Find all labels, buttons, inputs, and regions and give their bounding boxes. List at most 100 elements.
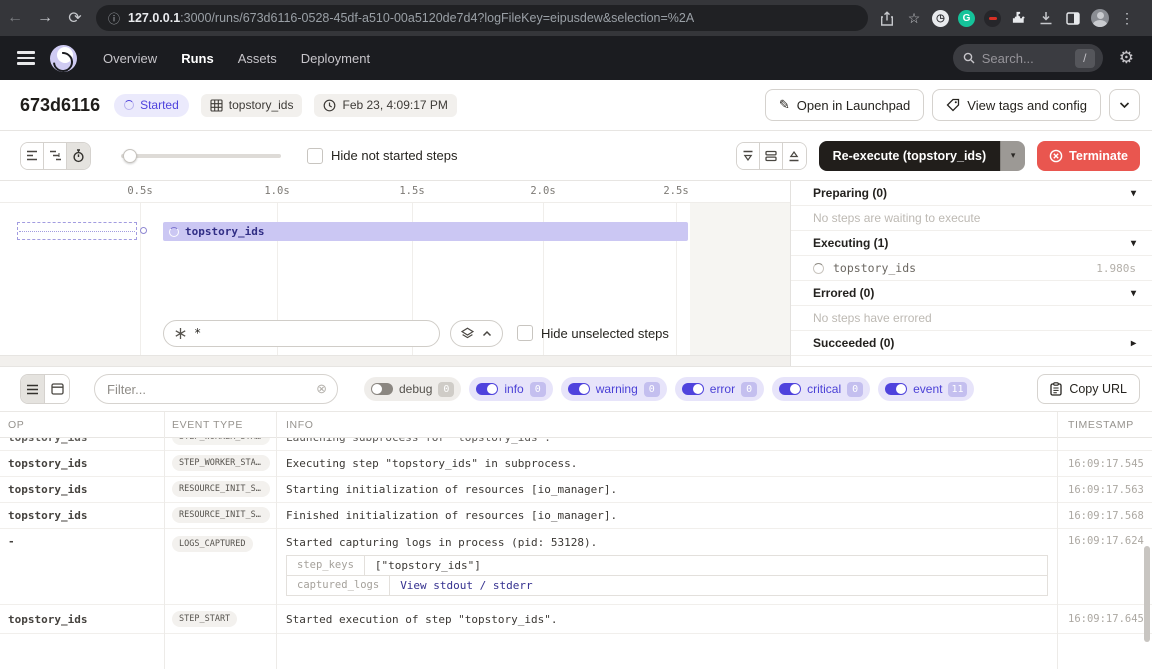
log-row[interactable]: topstory_ids STEP_START Started executio… [0,605,1152,634]
log-row-logs-captured[interactable]: - LOGS_CAPTURED Started capturing logs i… [0,529,1152,605]
toggle-switch-icon[interactable] [476,383,498,395]
level-count-badge: 0 [741,382,757,397]
step-selector-input[interactable] [194,326,404,340]
level-toggle-warning[interactable]: warning 0 [561,377,667,401]
start-time-tag: Feb 23, 4:09:17 PM [314,94,456,117]
dagster-logo[interactable] [50,45,77,72]
grammarly-extension-icon[interactable]: G [958,10,975,27]
log-row[interactable]: topstory_ids RESOURCE_INIT_STARTED Start… [0,477,1152,503]
extension-icon-1[interactable]: ◷ [932,10,949,27]
spinner-icon [169,227,179,237]
errored-section-header[interactable]: Errored (0) ▾ [791,281,1152,306]
nav-item-assets[interactable]: Assets [238,51,277,66]
downloads-icon[interactable] [1037,9,1055,27]
step-selector[interactable] [163,320,440,347]
expand-panel-icon[interactable] [783,143,806,169]
checkbox-icon[interactable] [307,148,323,164]
extension-icon-2[interactable] [984,10,1001,27]
succeeded-section-header[interactable]: Succeeded (0) ▸ [791,331,1152,356]
errored-title: Errored (0) [813,286,874,300]
level-toggle-error[interactable]: error 0 [675,377,764,401]
executing-section-header[interactable]: Executing (1) ▾ [791,231,1152,256]
gantt-step-bar[interactable]: topstory_ids [163,222,688,241]
level-toggle-debug[interactable]: debug 0 [364,377,461,401]
view-tags-config-button[interactable]: View tags and config [932,89,1101,121]
level-toggle-critical[interactable]: critical 0 [772,377,870,401]
toggle-switch-icon[interactable] [682,383,704,395]
reexecute-options-caret[interactable]: ▾ [1000,141,1025,171]
browser-reload-icon[interactable]: ⟳ [60,8,90,28]
browser-profile-avatar[interactable] [1091,9,1109,27]
terminate-button[interactable]: Terminate [1037,141,1140,171]
gantt-timed-view-icon[interactable] [67,143,90,169]
run-status-badge[interactable]: Started [114,94,189,117]
more-run-actions-button[interactable] [1109,89,1140,121]
level-toggle-info[interactable]: info 0 [469,377,552,401]
browser-back-icon[interactable]: ← [0,9,30,27]
event-type-pill: RESOURCE_INIT_SUCCESS [172,507,270,523]
gantt-plot-area[interactable]: topstory_ids Hide unselected steps [0,203,790,355]
checkbox-icon[interactable] [517,325,533,341]
log-row[interactable]: topstory_ids RESOURCE_INIT_SUCCESS Finis… [0,503,1152,529]
chevron-down-icon [1119,101,1130,109]
log-timestamp: 16:09:17.624 [1057,529,1152,547]
preparing-section-header[interactable]: Preparing (0) ▾ [791,181,1152,206]
nav-item-deployment[interactable]: Deployment [301,51,370,66]
level-label: info [504,382,523,396]
browser-forward-icon[interactable]: → [30,9,60,27]
hide-unselected-checkbox[interactable]: Hide unselected steps [517,325,669,341]
log-filter-input[interactable] [107,382,316,397]
toggle-switch-icon[interactable] [371,383,393,395]
preparing-empty-row: No steps are waiting to execute [791,206,1152,231]
executing-step-row[interactable]: topstory_ids 1.980s [791,256,1152,281]
site-info-icon[interactable]: ⓘ [108,10,120,27]
global-search[interactable]: / [953,44,1103,72]
job-tag[interactable]: topstory_ids [201,94,303,117]
reexecute-split-button: Re-execute (topstory_ids) ▾ [819,141,1026,171]
hide-not-started-checkbox[interactable]: Hide not started steps [307,148,457,164]
log-list-view-icon[interactable] [21,375,45,403]
gantt-chart: 0.5s 1.0s 1.5s 2.0s 2.5s topstory_ids [0,181,790,366]
toggle-switch-icon[interactable] [568,383,590,395]
reexecute-button[interactable]: Re-execute (topstory_ids) [819,141,1001,171]
side-panel-icon[interactable] [1064,9,1082,27]
gantt-waterfall-view-icon[interactable] [44,143,67,169]
settings-gear-icon[interactable]: ⚙ [1119,48,1134,68]
log-row[interactable]: topstory_ids STEP_WORKER_STARTED Executi… [0,451,1152,477]
browser-menu-icon[interactable]: ⋮ [1118,9,1136,27]
gantt-zoom-slider[interactable] [121,154,281,158]
view-stdout-stderr-link[interactable]: View stdout / stderr [390,576,1047,595]
share-icon[interactable] [878,9,896,27]
level-toggle-event[interactable]: event 11 [878,377,973,401]
nav-item-runs[interactable]: Runs [181,51,214,66]
clear-filter-icon[interactable]: ⊗ [316,381,327,397]
gantt-horizontal-scrollbar[interactable] [0,355,790,366]
search-input[interactable] [982,51,1068,66]
event-type-pill: RESOURCE_INIT_STARTED [172,481,270,497]
level-count-badge: 0 [847,382,863,397]
url-text[interactable]: 127.0.0.1:3000/runs/673d6116-0528-45df-a… [128,11,694,25]
cancel-circle-icon [1049,149,1063,163]
nav-item-overview[interactable]: Overview [103,51,157,66]
gantt-dependency-dot [140,227,147,234]
extensions-puzzle-icon[interactable] [1010,9,1028,27]
bookmark-star-icon[interactable]: ☆ [905,9,923,27]
hamburger-menu-icon[interactable] [17,51,35,65]
open-in-launchpad-button[interactable]: ✎ Open in Launchpad [765,89,924,121]
toggle-switch-icon[interactable] [885,383,907,395]
log-vertical-scrollbar[interactable] [1144,546,1150,642]
gantt-flat-view-icon[interactable] [21,143,44,169]
collapse-panel-icon[interactable] [737,143,760,169]
toggle-switch-icon[interactable] [779,383,801,395]
log-filter[interactable]: ⊗ [94,374,338,404]
browser-address-bar[interactable]: ⓘ 127.0.0.1:3000/runs/673d6116-0528-45df… [96,5,868,31]
log-structured-view-icon[interactable] [45,375,69,403]
copy-url-button[interactable]: Copy URL [1037,374,1140,404]
run-logs-section: ⊗ debug 0 info 0 warning 0 [0,366,1152,669]
graph-query-toggle-button[interactable] [450,320,503,347]
split-panel-icon[interactable] [760,143,783,169]
log-row-clipped[interactable]: topstory_ids STEP_WORKER_STARTING Launch… [0,438,1152,451]
gantt-zoom-slider-handle[interactable] [123,149,137,163]
log-timestamp: 16:09:17.645 [1057,613,1152,625]
gantt-controls: Hide unselected steps [0,319,790,347]
